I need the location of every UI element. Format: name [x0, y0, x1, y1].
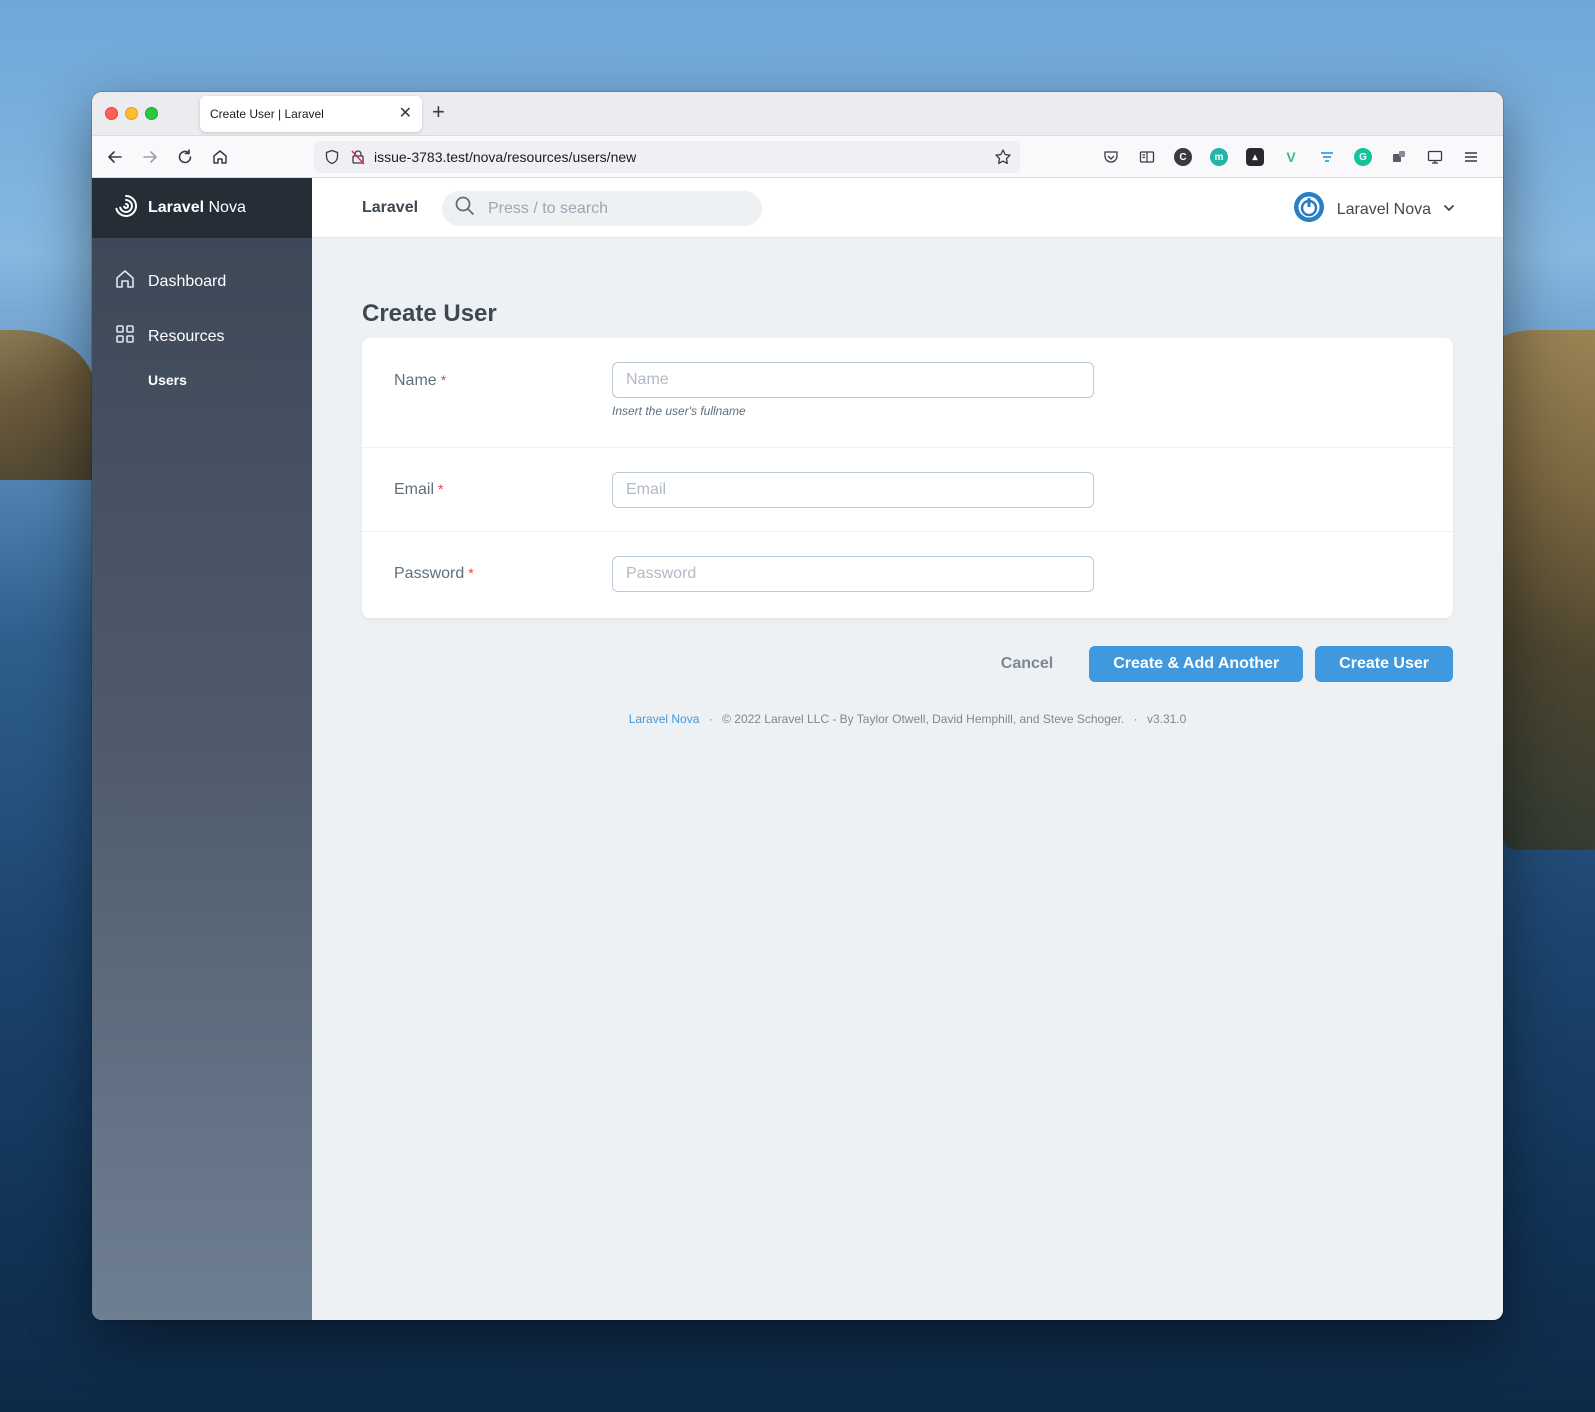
dark-extension-icon[interactable]: ▴	[1246, 148, 1264, 166]
brand-name: Laravel Nova	[148, 199, 246, 216]
footer-separator: ·	[708, 712, 713, 726]
cancel-button[interactable]: Cancel	[977, 655, 1077, 673]
page-title: Create User	[362, 300, 497, 327]
m-extension-icon[interactable]: m	[1210, 148, 1228, 166]
back-icon[interactable]	[105, 147, 125, 167]
new-tab-button[interactable]: +	[432, 101, 445, 123]
home-icon	[114, 268, 136, 295]
footer-nova-link[interactable]: Laravel Nova	[629, 712, 700, 726]
sidebar: Laravel Nova Dashboard Resources Users	[92, 178, 312, 1320]
nova-logo-icon	[114, 194, 138, 223]
tab-title: Create User | Laravel	[210, 107, 324, 121]
create-user-form: Name* Insert the user's fullname Email* …	[362, 338, 1453, 618]
sidebar-item-label: Resources	[148, 327, 225, 345]
email-label: Email *	[394, 481, 444, 498]
global-search[interactable]: Press / to search	[442, 191, 762, 226]
vue-devtools-icon[interactable]: V	[1282, 148, 1300, 166]
browser-tab[interactable]: Create User | Laravel ✕	[200, 96, 422, 132]
password-field-row: Password *	[362, 532, 1453, 618]
nova-app: Laravel Nova Dashboard Resources Users L…	[92, 178, 1503, 1320]
required-marker: *	[468, 565, 474, 581]
form-actions: Cancel Create & Add Another Create User	[977, 646, 1453, 682]
puzzle-extension-icon[interactable]	[1390, 148, 1408, 166]
password-label: Password *	[394, 565, 474, 582]
filter-extension-icon[interactable]	[1318, 148, 1336, 166]
reload-icon[interactable]	[175, 147, 195, 167]
hamburger-menu-icon[interactable]	[1462, 148, 1480, 166]
url-text[interactable]: issue-3783.test/nova/resources/users/new	[374, 149, 636, 165]
forward-icon[interactable]	[140, 147, 160, 167]
reader-view-icon[interactable]	[1138, 148, 1156, 166]
footer-version: v3.31.0	[1146, 712, 1187, 726]
footer-separator: ·	[1133, 712, 1138, 726]
navigation-bar: issue-3783.test/nova/resources/users/new…	[92, 136, 1503, 178]
maximize-window-button[interactable]	[145, 107, 158, 120]
pocket-icon[interactable]	[1102, 148, 1120, 166]
shield-icon[interactable]	[324, 149, 340, 170]
name-input[interactable]	[612, 362, 1094, 398]
bookmark-star-icon[interactable]	[994, 148, 1012, 171]
user-menu[interactable]: Laravel Nova	[1293, 191, 1455, 228]
sidebar-item-resources[interactable]: Resources	[92, 323, 312, 350]
name-field-row: Name* Insert the user's fullname	[362, 338, 1453, 448]
monitor-extension-icon[interactable]	[1426, 148, 1444, 166]
sidebar-item-dashboard[interactable]: Dashboard	[92, 268, 312, 295]
browser-window: Create User | Laravel ✕ + issue-3783.tes…	[92, 92, 1503, 1320]
search-icon	[454, 195, 476, 222]
email-input[interactable]	[612, 472, 1094, 508]
chevron-down-icon	[1443, 201, 1455, 219]
grammarly-icon[interactable]: G	[1354, 148, 1372, 166]
email-field-row: Email *	[362, 448, 1453, 532]
grid-icon	[114, 323, 136, 350]
main-content: Create User Name* Insert the user's full…	[312, 238, 1503, 1320]
required-marker: *	[438, 481, 444, 497]
create-and-add-another-button[interactable]: Create & Add Another	[1089, 646, 1304, 682]
url-bar[interactable]: issue-3783.test/nova/resources/users/new	[314, 141, 1020, 173]
c-extension-icon[interactable]: C	[1174, 148, 1192, 166]
background-cliff-left	[0, 330, 95, 480]
close-window-button[interactable]	[105, 107, 118, 120]
required-marker: *	[440, 372, 447, 388]
name-help-text: Insert the user's fullname	[612, 404, 746, 418]
sidebar-item-label: Dashboard	[148, 272, 227, 290]
insecure-lock-icon[interactable]	[350, 149, 366, 170]
password-input[interactable]	[612, 556, 1094, 592]
brand[interactable]: Laravel Nova	[92, 178, 312, 238]
app-name-link[interactable]: Laravel	[362, 199, 418, 217]
sidebar-item-users[interactable]: Users	[92, 372, 312, 388]
top-bar: Laravel Press / to search Laravel Nova	[312, 178, 1503, 238]
name-label: Name *	[394, 372, 447, 389]
minimize-window-button[interactable]	[125, 107, 138, 120]
user-name: Laravel Nova	[1336, 200, 1431, 218]
footer-copyright: © 2022 Laravel LLC - By Taylor Otwell, D…	[722, 712, 1125, 726]
search-placeholder: Press / to search	[488, 199, 609, 217]
tab-bar: Create User | Laravel ✕ +	[92, 92, 1503, 136]
home-icon[interactable]	[210, 147, 230, 167]
create-user-button[interactable]: Create User	[1315, 646, 1453, 682]
tab-close-icon[interactable]: ✕	[399, 106, 412, 122]
footer: Laravel Nova · © 2022 Laravel LLC - By T…	[312, 712, 1503, 726]
avatar	[1293, 191, 1325, 228]
